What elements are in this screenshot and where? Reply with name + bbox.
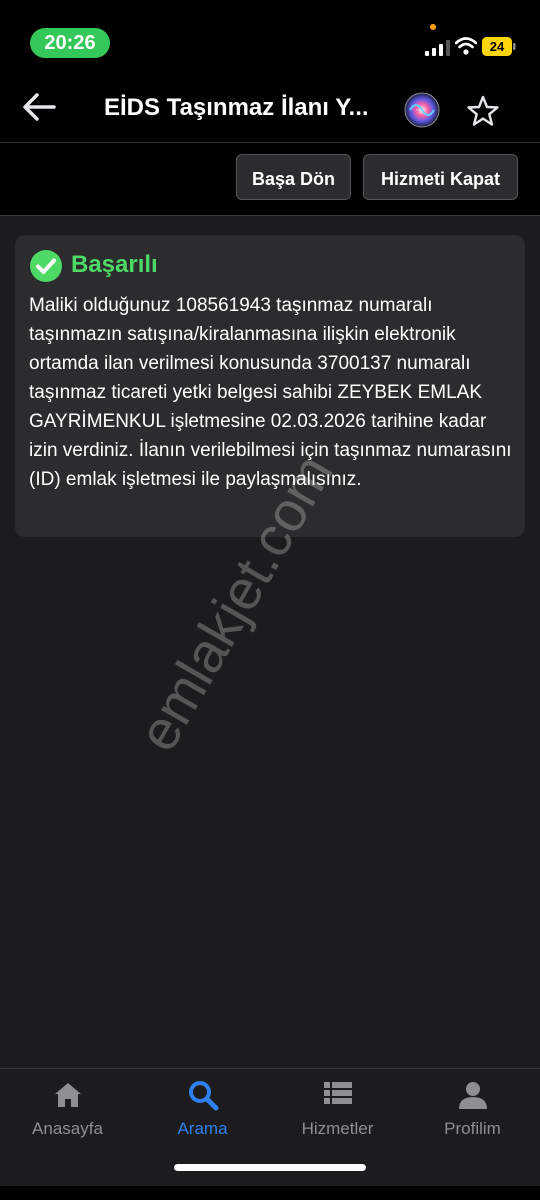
search-icon — [188, 1081, 218, 1111]
screen: 20:26 24 EİDS Taşınmaz İlanı Y... Başa D… — [0, 0, 540, 1200]
back-button[interactable] — [20, 92, 58, 122]
page-title: EİDS Taşınmaz İlanı Y... — [104, 94, 369, 121]
success-message-card: Başarılı Maliki olduğunuz 108561943 taşı… — [15, 235, 525, 537]
favorite-button[interactable] — [466, 94, 500, 128]
cellular-signal-icon — [425, 40, 450, 56]
status-bar: 20:26 24 — [0, 0, 540, 70]
tab-profile-label: Profilim — [444, 1119, 501, 1138]
list-icon — [323, 1082, 352, 1104]
tab-search-label: Arama — [177, 1119, 228, 1138]
tab-profile[interactable]: Profilim — [405, 1079, 540, 1149]
back-to-start-button[interactable]: Başa Dön — [236, 154, 351, 200]
siri-icon[interactable] — [404, 92, 440, 128]
wifi-icon — [455, 37, 477, 55]
tab-bar: Anasayfa Arama Hizmetler Profilim — [0, 1068, 540, 1200]
star-outline-icon — [467, 95, 499, 126]
action-bar: Başa Dön Hizmeti Kapat — [0, 143, 540, 216]
tab-services-label: Hizmetler — [301, 1119, 374, 1138]
home-indicator[interactable] — [174, 1164, 366, 1171]
tab-home[interactable]: Anasayfa — [0, 1079, 135, 1149]
check-circle-icon — [30, 250, 62, 282]
close-service-button[interactable]: Hizmeti Kapat — [363, 154, 518, 200]
success-label: Başarılı — [71, 251, 158, 278]
success-message-text: Maliki olduğunuz 108561943 taşınmaz numa… — [29, 295, 512, 490]
person-icon — [458, 1082, 487, 1109]
status-time: 20:26 — [30, 28, 110, 58]
privacy-indicator-dot — [430, 24, 436, 30]
arrow-left-icon — [23, 93, 56, 121]
tab-services[interactable]: Hizmetler — [270, 1079, 405, 1149]
tab-search[interactable]: Arama — [135, 1079, 270, 1149]
battery-icon: 24 — [482, 37, 516, 56]
tab-home-label: Anasayfa — [32, 1119, 103, 1138]
home-icon — [54, 1083, 81, 1107]
battery-level: 24 — [489, 39, 505, 54]
navigation-bar: EİDS Taşınmaz İlanı Y... — [0, 70, 540, 143]
bottom-edge — [0, 1186, 540, 1200]
